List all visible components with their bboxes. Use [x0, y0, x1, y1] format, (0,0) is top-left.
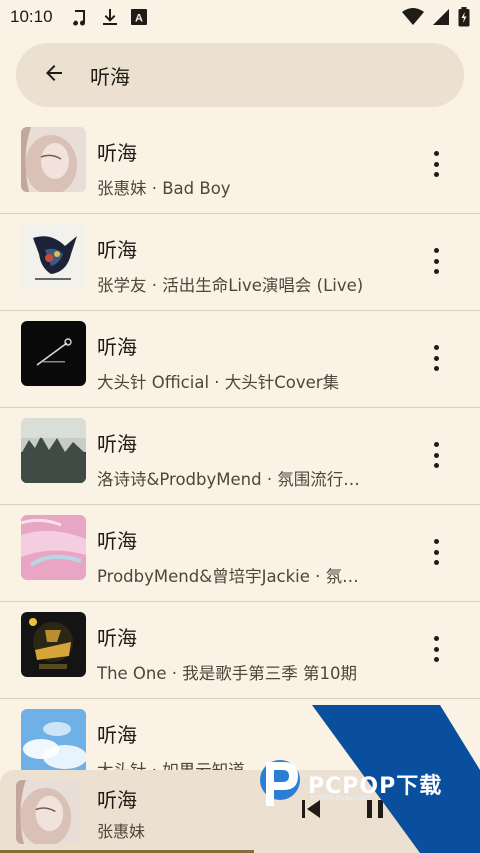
wifi-icon — [402, 8, 424, 26]
song-title: 听海 — [97, 141, 137, 165]
more-vert-icon — [433, 248, 439, 253]
song-subtitle: 洛诗诗&ProdbyMend · 氛围流行… — [97, 470, 360, 489]
song-title: 听海 — [97, 626, 137, 650]
status-time: 10:10 — [10, 7, 53, 26]
search-query[interactable]: 听海 — [90, 61, 130, 90]
list-item[interactable]: 听海 大头针 Official · 大头针Cover集 — [0, 311, 480, 408]
signal-icon — [432, 8, 450, 26]
song-title: 听海 — [97, 723, 137, 747]
song-title: 听海 — [97, 335, 137, 359]
mini-player-cover — [16, 780, 80, 844]
back-button[interactable] — [40, 61, 68, 89]
list-item[interactable]: 听海 张惠妹 · Bad Boy — [0, 117, 480, 214]
a-badge-icon: A — [130, 9, 147, 25]
more-options-button[interactable] — [432, 442, 440, 468]
song-subtitle: ProdbyMend&曾培宇Jackie · 氛… — [97, 567, 359, 586]
album-cover — [21, 612, 86, 677]
download-icon — [101, 7, 119, 27]
status-bar: 10:10 A — [0, 0, 480, 34]
more-vert-icon — [433, 539, 439, 544]
more-vert-icon — [433, 636, 439, 641]
more-options-button[interactable] — [432, 151, 440, 177]
more-options-button[interactable] — [432, 539, 440, 565]
list-item[interactable]: 听海 ProdbyMend&曾培宇Jackie · 氛… — [0, 505, 480, 602]
mini-player[interactable]: 听海 张惠妹 — [0, 770, 480, 853]
song-title: 听海 — [97, 432, 137, 456]
more-vert-icon — [433, 442, 439, 447]
more-options-button[interactable] — [432, 345, 440, 371]
album-cover — [21, 709, 86, 774]
mini-player-artist: 张惠妹 — [97, 822, 146, 841]
more-vert-icon — [433, 151, 439, 156]
more-options-button[interactable] — [432, 636, 440, 662]
music-note-icon — [69, 7, 89, 27]
pause-button[interactable] — [362, 796, 388, 822]
arrow-back-icon — [42, 61, 66, 89]
previous-button[interactable] — [298, 796, 324, 822]
song-title: 听海 — [97, 529, 137, 553]
more-vert-icon — [433, 345, 439, 350]
song-subtitle: 大头针 Official · 大头针Cover集 — [97, 373, 340, 392]
pause-icon — [367, 800, 383, 818]
list-item[interactable]: 听海 The One · 我是歌手第三季 第10期 — [0, 602, 480, 699]
album-cover — [21, 418, 86, 483]
song-subtitle: 张学友 · 活出生命Live演唱会 (Live) — [97, 276, 364, 295]
song-title: 听海 — [97, 238, 137, 262]
song-list: 听海 张惠妹 · Bad Boy 听海 张学友 · 活出生命Live演唱会 (L… — [0, 117, 480, 796]
album-cover — [21, 127, 86, 192]
battery-icon — [458, 7, 470, 27]
list-item[interactable]: 听海 张学友 · 活出生命Live演唱会 (Live) — [0, 214, 480, 311]
skip-previous-icon — [302, 800, 320, 818]
status-icons-left: A — [69, 7, 147, 27]
list-item[interactable]: 听海 洛诗诗&ProdbyMend · 氛围流行… — [0, 408, 480, 505]
status-icons-right — [402, 7, 470, 27]
song-subtitle: The One · 我是歌手第三季 第10期 — [97, 664, 358, 683]
song-subtitle: 张惠妹 · Bad Boy — [97, 179, 231, 198]
album-cover — [21, 224, 86, 289]
more-options-button[interactable] — [432, 733, 440, 759]
mini-player-title: 听海 — [97, 788, 137, 812]
album-cover — [21, 515, 86, 580]
more-vert-icon — [433, 733, 439, 738]
more-options-button[interactable] — [432, 248, 440, 274]
search-bar[interactable]: 听海 — [16, 43, 464, 107]
svg-text:A: A — [135, 13, 143, 25]
album-cover — [21, 321, 86, 386]
